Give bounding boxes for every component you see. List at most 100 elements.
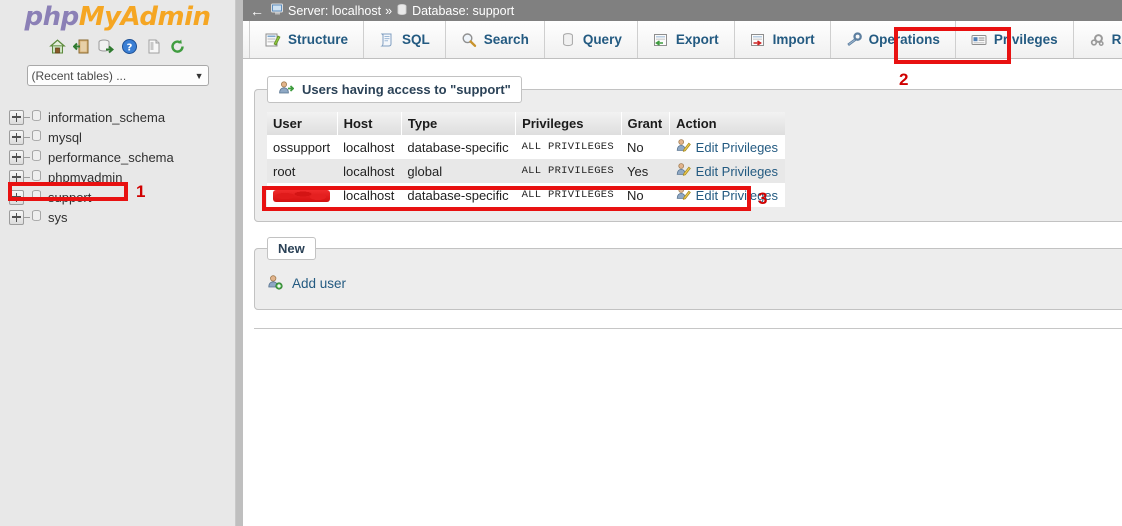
cell-type: database-specific — [401, 183, 516, 207]
home-icon[interactable] — [49, 38, 66, 55]
privileges-table-head: User Host Type Privileges Grant Action — [267, 112, 786, 135]
privileges-icon — [971, 32, 987, 48]
column-header-user[interactable]: User — [267, 112, 338, 135]
tab-label: Export — [675, 32, 719, 47]
new-panel-title: New — [278, 241, 305, 256]
tab-routines[interactable]: Routines — [1074, 21, 1122, 58]
phpmyadmin-logo[interactable]: phpMyAdmin — [0, 0, 235, 30]
cell-action: Edit Privileges — [669, 159, 786, 183]
expand-plus-icon[interactable] — [9, 149, 24, 165]
tab-export[interactable]: Export — [638, 21, 735, 58]
sidebar-nav-icons: ? — [0, 36, 235, 56]
database-label[interactable]: phpmyadmin — [48, 170, 122, 185]
recent-tables-select-wrap: (Recent tables) ... ▼ — [26, 65, 209, 86]
edit-privileges-label: Edit Privileges — [695, 163, 779, 179]
breadcrumb-server[interactable]: Server: localhost — [288, 4, 381, 18]
users-privileges-panel: Users having access to "support" User Ho… — [254, 76, 1122, 222]
sidebar-database-performance_schema[interactable]: performance_schema — [9, 147, 235, 167]
database-label[interactable]: information_schema — [48, 110, 165, 125]
column-header-host[interactable]: Host — [337, 112, 402, 135]
cell-grant: No — [621, 183, 670, 207]
column-header-type[interactable]: Type — [401, 112, 517, 135]
cell-grant: No — [621, 135, 670, 159]
cell-host: localhost — [337, 183, 402, 207]
sidebar-database-support[interactable]: support — [9, 187, 235, 207]
cell-action: Edit Privileges — [669, 183, 786, 207]
tab-label: Search — [483, 32, 529, 47]
tab-query[interactable]: Query — [545, 21, 638, 58]
recent-tables-select-value: (Recent tables) ... — [31, 68, 127, 83]
add-user-link[interactable]: Add user — [267, 274, 346, 293]
content-area: Users having access to "support" User Ho… — [243, 76, 1122, 526]
expand-plus-icon[interactable] — [9, 129, 24, 145]
cell-user: ossupport — [267, 135, 338, 159]
sql-export-icon[interactable] — [97, 38, 115, 55]
sidebar-database-information_schema[interactable]: information_schema — [9, 107, 235, 127]
database-icon — [30, 109, 43, 125]
sidebar-database-sys[interactable]: sys — [9, 207, 235, 227]
tab-label: SQL — [402, 32, 430, 47]
redacted-username — [273, 189, 330, 202]
documentation-icon[interactable] — [145, 38, 162, 55]
tab-label: Query — [582, 32, 622, 47]
sql-icon — [379, 32, 395, 48]
structure-icon — [265, 32, 281, 48]
logout-icon[interactable] — [72, 38, 90, 55]
database-icon — [30, 149, 43, 165]
expand-plus-icon[interactable] — [9, 109, 24, 125]
operations-icon — [846, 31, 862, 48]
users-panel-title: Users having access to "support" — [302, 82, 511, 97]
breadcrumb: ← Server: localhost » Database: support — [243, 0, 1122, 21]
table-row[interactable]: localhost database-specific ALL PRIVILEG… — [267, 183, 786, 207]
edit-privileges-link[interactable]: Edit Privileges — [676, 186, 778, 204]
column-header-grant[interactable]: Grant — [621, 112, 671, 135]
database-label[interactable]: mysql — [48, 130, 82, 145]
database-icon — [396, 3, 408, 19]
database-label[interactable]: support — [48, 190, 91, 205]
panel-resize-handle[interactable] — [236, 0, 243, 526]
tab-label: Import — [772, 32, 815, 47]
sidebar-database-phpmyadmin[interactable]: phpmyadmin — [9, 167, 235, 187]
reload-icon[interactable] — [169, 38, 186, 55]
breadcrumb-database[interactable]: Database: support — [412, 4, 514, 18]
cell-user — [267, 183, 338, 207]
edit-privileges-link[interactable]: Edit Privileges — [676, 138, 778, 156]
expand-plus-icon[interactable] — [9, 189, 24, 205]
new-panel-body: Add user — [255, 260, 1122, 309]
table-row[interactable]: root localhost global ALL PRIVILEGES Yes — [267, 159, 786, 183]
cell-user: root — [267, 159, 338, 183]
tab-operations[interactable]: Operations — [831, 21, 956, 58]
cell-privileges: ALL PRIVILEGES — [515, 183, 621, 207]
recent-tables-select[interactable]: (Recent tables) ... ▼ — [26, 65, 209, 86]
tab-label: Operations — [868, 32, 940, 47]
expand-plus-icon[interactable] — [9, 209, 24, 225]
breadcrumb-separator: » — [385, 3, 393, 18]
sidebar-database-mysql[interactable]: mysql — [9, 127, 235, 147]
main-tab-bar: Structure SQL Search Query Export Import… — [243, 21, 1122, 59]
edit-privileges-link[interactable]: Edit Privileges — [676, 162, 778, 180]
database-label[interactable]: performance_schema — [48, 150, 174, 165]
add-user-label: Add user — [292, 276, 347, 291]
column-header-privileges[interactable]: Privileges — [515, 112, 622, 135]
main-panel: ← Server: localhost » Database: support … — [243, 0, 1122, 526]
users-panel-legend: Users having access to "support" — [267, 76, 522, 103]
database-label[interactable]: sys — [48, 210, 68, 225]
tab-structure[interactable]: Structure — [249, 21, 365, 58]
edit-user-icon — [676, 162, 691, 180]
help-icon[interactable]: ? — [121, 38, 138, 55]
table-row[interactable]: ossupport localhost database-specific AL… — [267, 135, 786, 159]
cell-type: database-specific — [401, 135, 516, 159]
tab-search[interactable]: Search — [446, 21, 545, 58]
cell-action: Edit Privileges — [669, 135, 786, 159]
privileges-table: User Host Type Privileges Grant Action o… — [267, 112, 786, 207]
tab-label: Routines — [1111, 32, 1122, 47]
expand-plus-icon[interactable] — [9, 169, 24, 185]
tab-sql[interactable]: SQL — [364, 21, 446, 58]
tab-privileges[interactable]: Privileges — [956, 21, 1074, 58]
column-header-action[interactable]: Action — [669, 112, 786, 135]
tab-import[interactable]: Import — [735, 21, 831, 58]
import-icon — [750, 32, 766, 48]
back-arrow-icon[interactable]: ← — [243, 0, 271, 21]
logo-myadmin-part: MyAdmin — [78, 2, 211, 32]
logo-php-part: php — [24, 2, 79, 32]
